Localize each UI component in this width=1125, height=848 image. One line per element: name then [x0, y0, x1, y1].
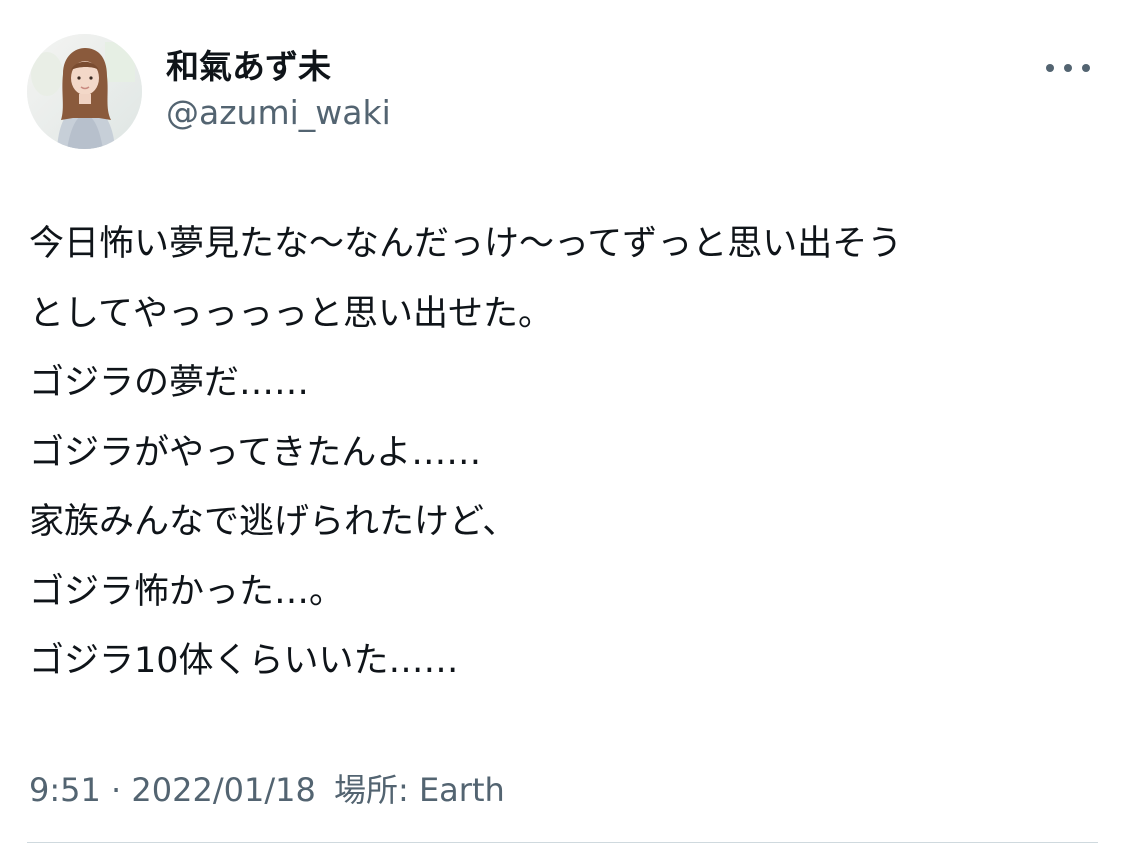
tweet-date[interactable]: 2022/01/18 — [131, 766, 315, 814]
tweet-line: ゴジラ怖かった…。 — [29, 571, 345, 612]
tweet-line: ゴジラ10体くらいいた…… — [29, 641, 459, 681]
avatar-image — [27, 34, 142, 149]
tweet-line: 家族みんなで逃げられたけど、 — [29, 502, 518, 542]
tweet-line: ゴジラの夢だ…… — [29, 363, 310, 403]
tweet-line: ゴジラがやってきたんよ…… — [29, 432, 482, 473]
author-handle[interactable]: @azumi_waki — [166, 92, 391, 134]
tweet-text: 今日怖い夢見たな〜なんだっけ〜ってずっと思い出そう としてやっっっっと思い出せた… — [29, 210, 1099, 697]
author-info: 和氣あず未 @azumi_waki — [166, 46, 391, 134]
meta-separator: · — [100, 771, 132, 809]
more-horizontal-icon-dot — [1064, 64, 1072, 72]
more-horizontal-icon — [1046, 64, 1054, 72]
author-display-name[interactable]: 和氣あず未 — [166, 46, 391, 88]
tweet-time[interactable]: 9:51 — [29, 766, 101, 814]
avatar[interactable] — [27, 34, 142, 149]
tweet-line: としてやっっっっと思い出せた。 — [29, 293, 553, 334]
tweet-line: 今日怖い夢見たな〜なんだっけ〜ってずっと思い出そう — [29, 224, 903, 264]
tweet-meta: 9:51 · 2022/01/18 場所: Earth — [29, 766, 505, 814]
more-horizontal-icon-dot — [1082, 64, 1090, 72]
tweet-header: 和氣あず未 @azumi_waki — [27, 34, 1102, 150]
location-value[interactable]: Earth — [419, 766, 505, 814]
more-options-button[interactable] — [1046, 60, 1090, 76]
location-label: 場所: — [333, 771, 409, 809]
divider — [27, 842, 1098, 843]
